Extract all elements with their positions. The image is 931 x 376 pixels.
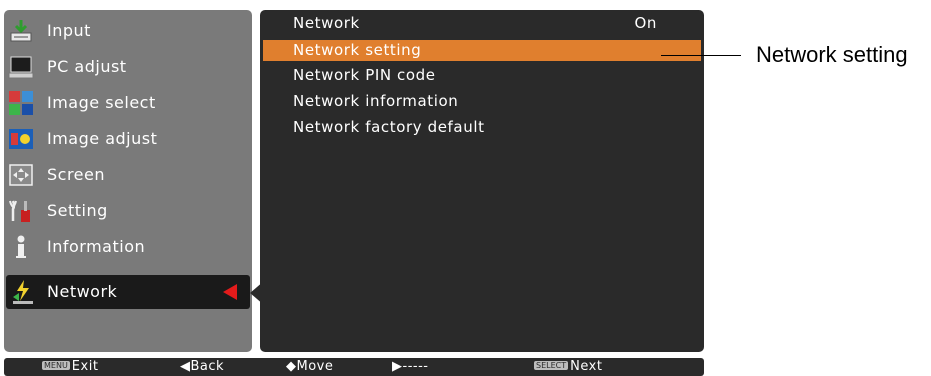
network-status-value: On xyxy=(634,14,657,32)
selection-arrow-icon xyxy=(223,284,237,300)
menu-item-label: Image select xyxy=(47,93,156,112)
input-icon xyxy=(10,20,32,42)
network-icon xyxy=(13,280,33,304)
menu-item-label: PC adjust xyxy=(47,57,127,76)
information-icon xyxy=(16,235,26,258)
image-select-icon xyxy=(9,91,33,115)
select-key-icon: SELECT xyxy=(534,361,569,370)
menu-item-setting[interactable]: Setting xyxy=(4,194,252,228)
screen-icon xyxy=(9,164,33,186)
network-submenu: Network On Network setting Network PIN c… xyxy=(260,10,704,352)
back-hint: ◀Back xyxy=(180,359,225,374)
image-adjust-icon xyxy=(9,129,33,149)
menu-item-label: Setting xyxy=(47,201,108,220)
submenu-item-network-pin-code[interactable]: Network PIN code xyxy=(263,65,701,86)
up-down-arrow-icon: ◆ xyxy=(286,359,297,374)
main-menu: Input PC adjust Image select Image adjus… xyxy=(4,10,252,352)
submenu-item-network-setting[interactable]: Network setting xyxy=(263,40,701,61)
menu-item-screen[interactable]: Screen xyxy=(4,158,252,192)
menu-item-label: Input xyxy=(47,21,91,40)
move-hint: ◆Move xyxy=(286,359,334,374)
submenu-item-label: Network information xyxy=(293,92,459,110)
key-guide-bar: MENU Exit ◀Back ◆Move ▶----- SELECT Next xyxy=(4,358,704,376)
submenu-item-label: Network PIN code xyxy=(293,66,436,84)
menu-item-pc-adjust[interactable]: PC adjust xyxy=(4,50,252,84)
submenu-item-network[interactable]: Network On xyxy=(263,13,701,34)
submenu-item-network-information[interactable]: Network information xyxy=(263,91,701,112)
exit-hint: MENU Exit xyxy=(42,359,99,374)
menu-item-image-select[interactable]: Image select xyxy=(4,86,252,120)
menu-item-label: Network xyxy=(47,282,118,301)
setting-icon xyxy=(9,200,30,222)
callout-label: Network setting xyxy=(756,42,908,67)
menu-item-information[interactable]: Information xyxy=(4,230,252,264)
menu-item-input[interactable]: Input xyxy=(4,14,252,48)
submenu-item-network-factory-default[interactable]: Network factory default xyxy=(263,117,701,138)
callout-line xyxy=(661,55,741,56)
pc-adjust-icon xyxy=(8,56,34,79)
submenu-item-label: Network xyxy=(293,14,360,32)
next-hint: SELECT Next xyxy=(534,359,603,374)
menu-item-network[interactable]: Network xyxy=(6,275,250,309)
menu-item-image-adjust[interactable]: Image adjust xyxy=(4,122,252,156)
next-dashes-hint: ▶----- xyxy=(392,359,429,374)
menu-key-icon: MENU xyxy=(42,361,70,370)
menu-item-label: Screen xyxy=(47,165,106,184)
right-arrow-icon: ▶ xyxy=(392,359,403,374)
menu-item-label: Information xyxy=(47,237,146,256)
submenu-item-label: Network factory default xyxy=(293,118,485,136)
left-arrow-icon: ◀ xyxy=(180,359,191,374)
menu-item-label: Image adjust xyxy=(47,129,158,148)
submenu-item-label: Network setting xyxy=(293,41,422,59)
